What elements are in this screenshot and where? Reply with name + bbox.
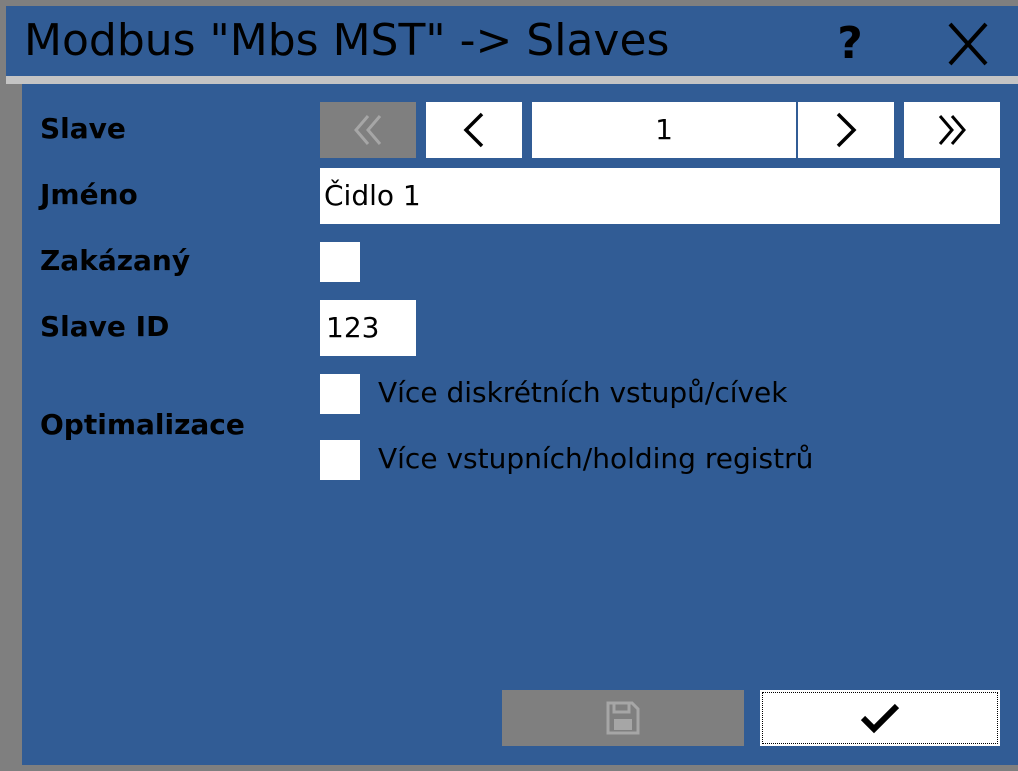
checkmark-icon bbox=[860, 703, 900, 734]
save-icon bbox=[606, 701, 640, 735]
last-slave-button[interactable] bbox=[904, 102, 1000, 158]
next-slave-button[interactable] bbox=[798, 102, 894, 158]
optimization-label: Optimalizace bbox=[40, 408, 245, 441]
option-label-discrete-inputs: Více diskrétních vstupů/cívek bbox=[378, 376, 788, 409]
double-chevron-right-icon bbox=[938, 115, 966, 145]
slave-id-label: Slave ID bbox=[40, 310, 170, 343]
slave-settings-panel: Slave 1 Jméno Čidlo 1 Zakázaný Slave ID … bbox=[22, 84, 1018, 765]
close-icon bbox=[948, 22, 988, 66]
option-checkbox-holding-registers[interactable] bbox=[320, 440, 360, 480]
title-divider bbox=[6, 76, 1018, 84]
slave-number-field[interactable]: 1 bbox=[532, 102, 796, 158]
title-bar: Modbus "Mbs MST" -> Slaves ? bbox=[6, 6, 1018, 76]
name-label: Jméno bbox=[40, 178, 138, 211]
name-input[interactable]: Čidlo 1 bbox=[320, 168, 1000, 224]
disabled-label: Zakázaný bbox=[40, 244, 191, 277]
confirm-button[interactable] bbox=[760, 690, 1000, 746]
help-button[interactable]: ? bbox=[822, 16, 878, 72]
option-checkbox-discrete-inputs[interactable] bbox=[320, 374, 360, 414]
chevron-right-icon bbox=[836, 112, 857, 148]
slave-id-input[interactable]: 123 bbox=[320, 300, 416, 356]
disabled-checkbox[interactable] bbox=[320, 242, 360, 282]
window-title: Modbus "Mbs MST" -> Slaves bbox=[24, 15, 670, 66]
slave-label: Slave bbox=[40, 112, 126, 145]
double-chevron-left-icon bbox=[354, 115, 382, 145]
save-button[interactable] bbox=[502, 690, 744, 746]
option-label-holding-registers: Více vstupních/holding registrů bbox=[378, 442, 814, 475]
close-button[interactable] bbox=[936, 16, 1000, 72]
first-slave-button[interactable] bbox=[320, 102, 416, 158]
chevron-left-icon bbox=[463, 112, 484, 148]
previous-slave-button[interactable] bbox=[426, 102, 522, 158]
